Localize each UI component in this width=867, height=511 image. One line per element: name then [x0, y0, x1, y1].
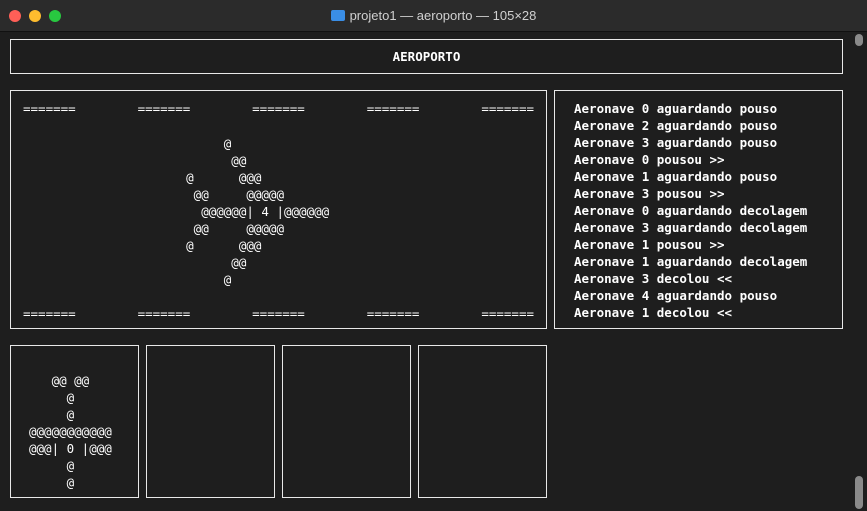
log-line: Aeronave 0 pousou >>	[574, 152, 725, 167]
scrollbar-thumb[interactable]	[855, 476, 863, 509]
gate-slot-3	[418, 345, 547, 498]
folder-icon	[330, 10, 345, 21]
gate-slot-0: @@ @@ @ @ @@@@@@@@@@@ @@@| 0 |@@@ @ @	[10, 345, 139, 498]
event-log-panel: Aeronave 0 aguardando pouso Aeronave 2 a…	[554, 90, 843, 329]
scrollbar-top-thumb[interactable]	[855, 34, 863, 46]
window-title-text: projeto1 — aeroporto — 105×28	[349, 8, 537, 23]
gate-slot-1	[146, 345, 275, 498]
log-line: Aeronave 0 aguardando pouso	[574, 101, 778, 116]
log-line: Aeronave 2 aguardando pouso	[574, 118, 778, 133]
terminal-area[interactable]: AEROPORTO ======= ======= ======= ======…	[0, 32, 867, 511]
runway-mark: =======	[137, 101, 191, 116]
log-line: Aeronave 1 aguardando pouso	[574, 169, 778, 184]
log-line: Aeronave 0 aguardando decolagem	[574, 203, 808, 218]
log-line: Aeronave 1 pousou >>	[574, 237, 725, 252]
window-title: projeto1 — aeroporto — 105×28	[0, 8, 867, 23]
runway-plane-art: @ @@ @ @@@ @@ @@@@@ @@@@@@| 4 |@@@@@@ @@…	[186, 136, 330, 287]
runway-mark: =======	[481, 101, 534, 116]
runway-mark: =======	[23, 306, 76, 321]
runway-panel: ======= ======= ======= ======= ======= …	[10, 90, 547, 329]
runway-bottom-edge: ======= ======= ======= ======= =======	[23, 305, 534, 322]
header-title: AEROPORTO	[392, 49, 461, 64]
window-titlebar: projeto1 — aeroporto — 105×28	[0, 0, 867, 32]
log-line: Aeronave 3 aguardando pouso	[574, 135, 778, 150]
gate-slot-2	[282, 345, 411, 498]
runway-mark: =======	[23, 101, 76, 116]
gate-plane-art: @@ @@ @ @ @@@@@@@@@@@ @@@| 0 |@@@ @ @	[29, 373, 112, 490]
runway-top-edge: ======= ======= ======= ======= =======	[23, 100, 534, 117]
log-line: Aeronave 1 decolou <<	[574, 305, 733, 320]
runway-mark: =======	[252, 306, 305, 321]
log-line: Aeronave 3 decolou <<	[574, 271, 733, 286]
log-line: Aeronave 4 aguardando pouso	[574, 288, 778, 303]
runway-mark: =======	[481, 306, 534, 321]
log-line: Aeronave 1 aguardando decolagem	[574, 254, 808, 269]
header-box: AEROPORTO	[10, 39, 843, 74]
runway-mark: =======	[137, 306, 191, 321]
runway-mark: =======	[252, 101, 305, 116]
log-line: Aeronave 3 aguardando decolagem	[574, 220, 808, 235]
runway-mark: =======	[366, 101, 420, 116]
log-line: Aeronave 3 pousou >>	[574, 186, 725, 201]
runway-mark: =======	[366, 306, 420, 321]
